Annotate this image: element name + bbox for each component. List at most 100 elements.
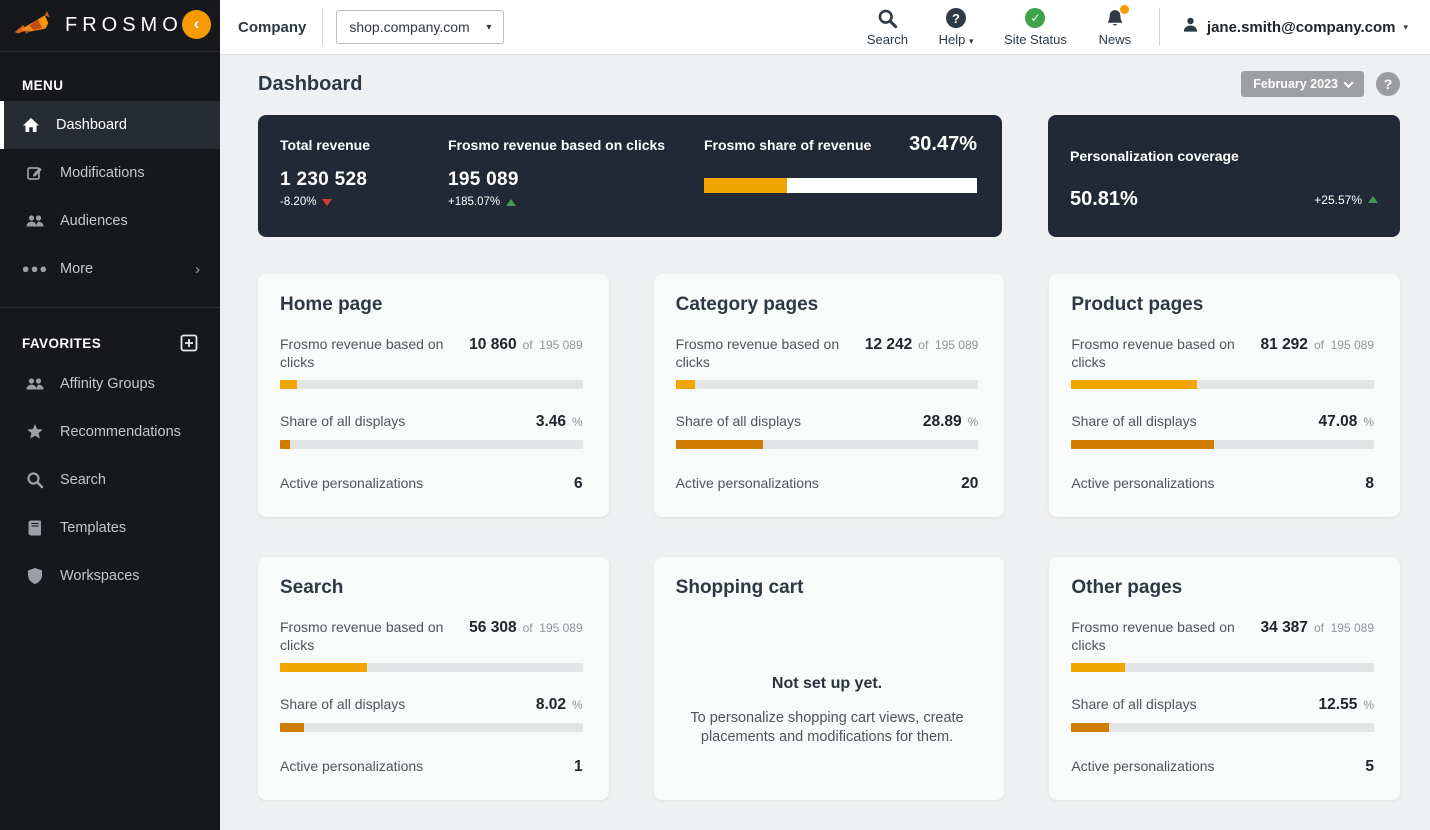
sidebar-item-label: Affinity Groups <box>60 376 155 392</box>
frosmo-revenue-block: Frosmo revenue based on clicks 195 089 +… <box>448 137 704 215</box>
sidebar-item-affinity-groups[interactable]: Affinity Groups <box>0 360 220 408</box>
site-selector-value: shop.company.com <box>349 19 470 35</box>
share-row: Share of all displays 28.89% <box>675 413 979 430</box>
home-icon <box>22 116 40 134</box>
metric-label: Active personalizations <box>675 475 819 491</box>
notification-dot <box>1119 5 1129 14</box>
revenue-row: Frosmo revenue based on clicks 81 292 of … <box>1071 336 1375 370</box>
metric-change: +185.07% <box>448 196 704 208</box>
bell-icon <box>1105 5 1129 29</box>
sidebar-item-modifications[interactable]: Modifications <box>0 149 220 197</box>
progressbar-fill <box>280 663 368 672</box>
favorites-section-header: FAVORITES <box>0 334 220 352</box>
metric-value: 6 <box>574 475 583 492</box>
trend-up-icon <box>1368 196 1378 203</box>
user-email: jane.smith@company.com <box>1206 18 1396 36</box>
metric-value: 195 089 <box>448 169 519 190</box>
metric-label: Frosmo revenue based on clicks <box>675 336 840 370</box>
active-personalizations-row: Active personalizations 8 <box>1071 475 1374 493</box>
share-row: Share of all displays 3.46% <box>280 413 583 430</box>
page-header: Dashboard February 2023 ? <box>258 71 1400 97</box>
card-title: Other pages <box>1071 577 1183 598</box>
metric-value: 28.89 <box>922 413 962 430</box>
topbar-divider <box>322 8 324 46</box>
users-icon <box>26 375 44 393</box>
topnav-site-status[interactable]: ✓ Site Status <box>1004 7 1067 47</box>
metric-label: Active personalizations <box>280 758 424 774</box>
sidebar-item-workspaces[interactable]: Workspaces <box>0 552 220 600</box>
site-selector-dropdown[interactable]: shop.company.com ▾ <box>336 10 505 44</box>
question-circle-icon: ? <box>946 7 967 29</box>
topbar: Company shop.company.com ▾ Search ? Help… <box>220 0 1430 55</box>
active-personalizations-row: Active personalizations 5 <box>1071 758 1374 776</box>
sidebar-item-search[interactable]: Search <box>0 456 220 504</box>
shopping-cart-card: Shopping cart Not set up yet. To persona… <box>653 557 1005 800</box>
share-progressbar <box>675 440 979 449</box>
topnav: Search ? Help ▾ ✓ Site Status News <box>867 5 1135 47</box>
sidebar-item-label: Search <box>60 472 106 488</box>
sidebar-collapse-button[interactable]: ‹ <box>182 10 211 39</box>
active-personalizations-row: Active personalizations 1 <box>280 758 583 776</box>
topnav-label: Help ▾ <box>938 32 974 47</box>
progressbar-fill <box>1071 663 1125 672</box>
chevron-right-icon: › <box>195 260 200 278</box>
metric-label: Active personalizations <box>1071 475 1215 491</box>
share-row: Share of all displays 8.02% <box>280 696 583 713</box>
user-menu[interactable]: jane.smith@company.com ▾ <box>1158 8 1408 46</box>
metric-value: 8.02 <box>535 696 566 713</box>
metric-label: Share of all displays <box>1071 413 1197 429</box>
other-pages-card: Other pages Frosmo revenue based on clic… <box>1049 557 1401 800</box>
card-title: Search <box>280 577 344 598</box>
revenue-row: Frosmo revenue based on clicks 12 242 of … <box>675 336 979 370</box>
topnav-search[interactable]: Search <box>867 7 908 47</box>
page-type-cards-row-1: Home page Frosmo revenue based on clicks… <box>258 274 1401 517</box>
revenue-row: Frosmo revenue based on clicks 10 860 of … <box>280 336 583 370</box>
metric-label: Active personalizations <box>280 475 424 491</box>
sidebar-item-label: Workspaces <box>60 568 140 584</box>
check-circle-icon: ✓ <box>1025 7 1046 29</box>
sidebar-item-templates[interactable]: Templates <box>0 504 220 552</box>
sidebar-item-audiences[interactable]: Audiences <box>0 197 220 245</box>
search-card: Search Frosmo revenue based on clicks 56… <box>258 557 609 800</box>
metric-label: Share of all displays <box>1071 696 1197 712</box>
logo-area: FROSMO ‹ <box>0 0 220 52</box>
topnav-news[interactable]: News <box>1095 5 1135 47</box>
category-pages-card: Category pages Frosmo revenue based on c… <box>653 274 1005 517</box>
metric-label: Frosmo revenue based on clicks <box>280 336 444 370</box>
revenue-progressbar <box>1071 663 1375 672</box>
revenue-progressbar <box>675 380 979 389</box>
metric-value: 1 230 528 <box>280 169 368 190</box>
progressbar-fill <box>1071 380 1198 389</box>
trend-down-icon <box>322 198 333 206</box>
period-selector-button[interactable]: February 2023 <box>1241 71 1364 97</box>
star-icon <box>26 423 44 441</box>
progressbar-fill <box>280 440 291 449</box>
chevron-down-icon: ▾ <box>1403 21 1408 32</box>
add-favorite-button[interactable] <box>180 334 198 352</box>
card-title: Category pages <box>675 294 819 315</box>
sidebar-item-more[interactable]: ●●● More › <box>0 245 220 293</box>
sidebar-item-dashboard[interactable]: Dashboard <box>0 101 220 149</box>
metric-label: Active personalizations <box>1071 758 1215 774</box>
progressbar-fill <box>675 380 695 389</box>
period-label: February 2023 <box>1253 77 1338 91</box>
page-help-button[interactable]: ? <box>1376 72 1400 96</box>
sidebar-item-label: Modifications <box>60 165 145 181</box>
topnav-help[interactable]: ? Help ▾ <box>936 7 976 47</box>
progressbar-fill <box>1071 723 1110 732</box>
revenue-progressbar <box>280 663 583 672</box>
metric-value: 50.81% <box>1070 188 1138 210</box>
metric-change: +25.57% <box>1314 193 1378 207</box>
sidebar-item-recommendations[interactable]: Recommendations <box>0 408 220 456</box>
card-title: Shopping cart <box>675 577 804 598</box>
metric-value: 12.55 <box>1318 696 1358 713</box>
metric-label: Frosmo revenue based on clicks <box>1071 336 1235 370</box>
revenue-progressbar <box>280 380 583 389</box>
metric-value: 81 292 <box>1260 336 1308 353</box>
menu-header-label: MENU <box>22 78 64 93</box>
main-content: Dashboard February 2023 ? Total revenue … <box>220 55 1430 830</box>
personalization-coverage-card: Personalization coverage 50.81% +25.57% <box>1048 115 1400 237</box>
home-page-card: Home page Frosmo revenue based on clicks… <box>258 274 609 517</box>
share-of-revenue-block: Frosmo share of revenue 30.47% <box>704 133 977 215</box>
topnav-label: Search <box>866 32 909 47</box>
